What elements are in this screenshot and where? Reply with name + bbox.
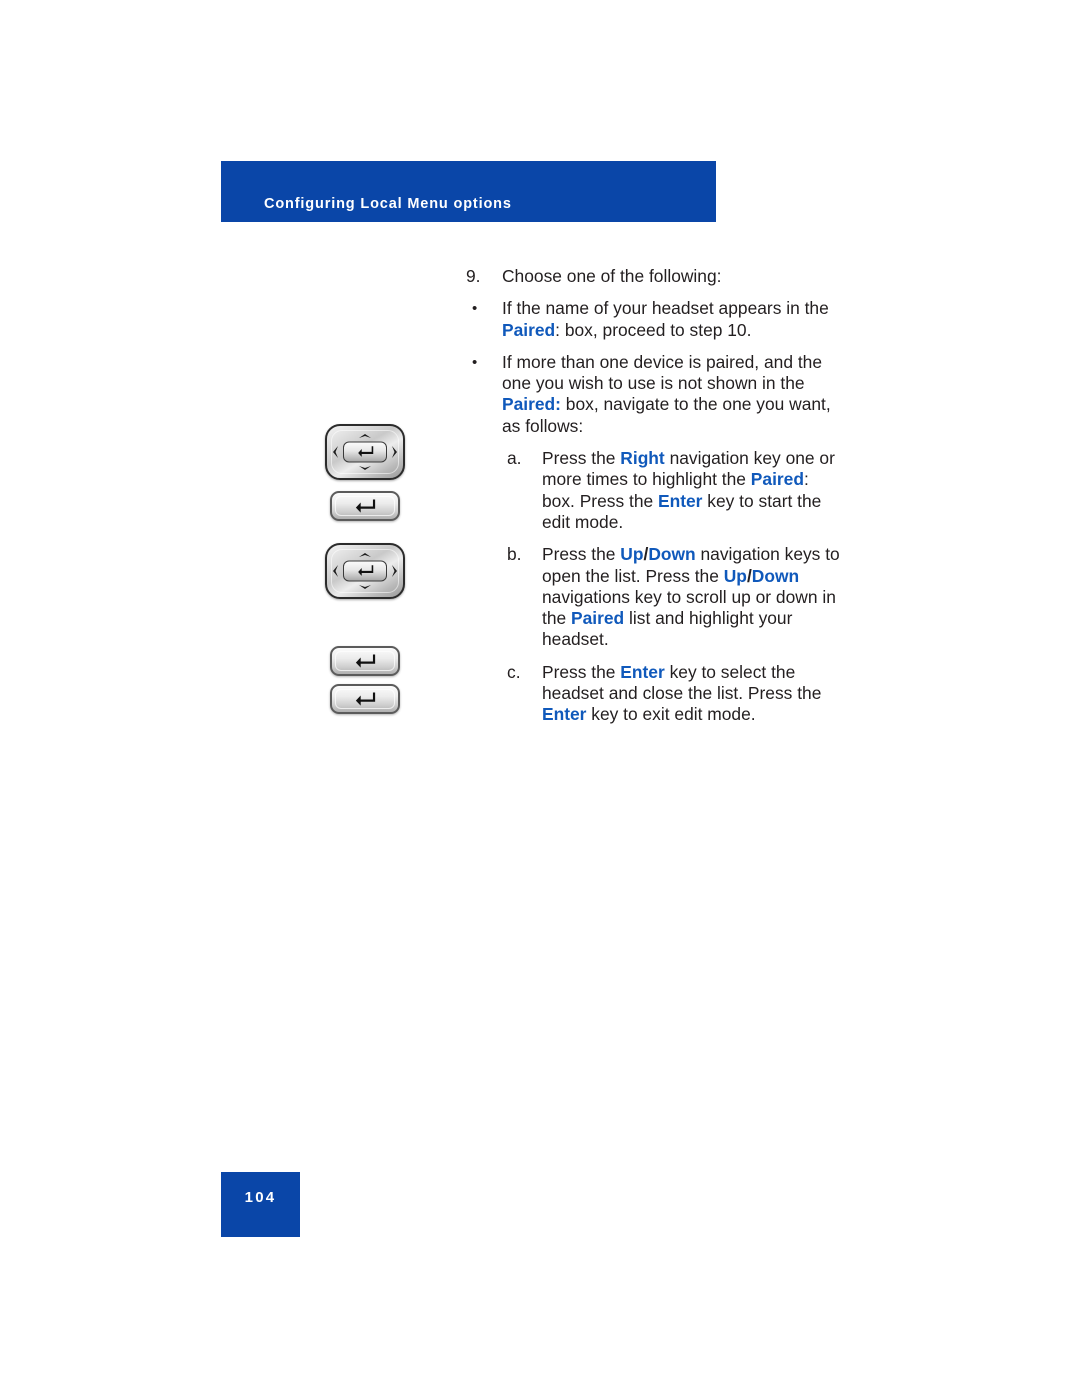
key-bezel	[335, 651, 395, 671]
list-item-substep-c: c. Press the Enter key to select the hea…	[507, 662, 846, 726]
list-item-step: 9. Choose one of the following:	[466, 266, 846, 287]
substep-marker: a.	[507, 448, 522, 469]
left-arrow-icon	[333, 446, 338, 458]
left-arrow-icon	[333, 565, 338, 577]
list-item-bullet-1: • If the name of your headset appears in…	[472, 298, 846, 341]
navigation-cluster-body	[325, 543, 405, 599]
navigation-key-cluster-a	[325, 424, 420, 480]
instruction-list: 9. Choose one of the following: • If the…	[466, 266, 846, 726]
up-arrow-icon	[359, 553, 371, 557]
page-number: 104	[244, 1189, 277, 1206]
list-item-substep-a: a. Press the Right navigation key one or…	[507, 448, 846, 533]
step-text: Choose one of the following:	[502, 266, 722, 286]
enter-key-b	[330, 646, 420, 676]
enter-icon	[357, 446, 373, 457]
enter-key-body	[330, 491, 400, 521]
navigation-key-cluster-b	[325, 543, 420, 599]
center-enter-button	[343, 560, 387, 582]
key-bezel	[335, 689, 395, 709]
right-arrow-icon	[392, 446, 397, 458]
right-arrow-icon	[392, 565, 397, 577]
center-enter-button	[343, 441, 387, 463]
substep-text: Press the Up/Down navigation keys to ope…	[542, 544, 840, 650]
down-arrow-icon	[359, 585, 371, 589]
list-item-bullet-2: • If more than one device is paired, and…	[472, 352, 846, 437]
down-arrow-icon	[359, 466, 371, 470]
list-item-substep-b: b. Press the Up/Down navigation keys to …	[507, 544, 846, 650]
substep-text: Press the Right navigation key one or mo…	[542, 448, 835, 532]
substep-text: Press the Enter key to select the headse…	[542, 661, 822, 725]
key-illustration-column	[325, 424, 420, 714]
bullet-marker: •	[472, 353, 478, 371]
substep-marker: b.	[507, 544, 522, 565]
section-header-banner: Configuring Local Menu options	[221, 161, 716, 222]
enter-key-body	[330, 684, 400, 714]
up-arrow-icon	[359, 434, 371, 438]
bullet-text: If the name of your headset appears in t…	[502, 298, 829, 340]
page-number-box: 104	[221, 1172, 300, 1237]
step-marker: 9.	[466, 266, 481, 286]
enter-key-body	[330, 646, 400, 676]
bullet-marker: •	[472, 300, 478, 318]
enter-key-c	[330, 684, 420, 714]
enter-key-a	[330, 491, 420, 521]
navigation-cluster-body	[325, 424, 405, 480]
enter-icon	[357, 565, 373, 576]
substep-marker: c.	[507, 661, 521, 682]
key-bezel	[335, 496, 395, 516]
page-title: Configuring Local Menu options	[264, 196, 512, 212]
bullet-text: If more than one device is paired, and t…	[502, 351, 831, 436]
